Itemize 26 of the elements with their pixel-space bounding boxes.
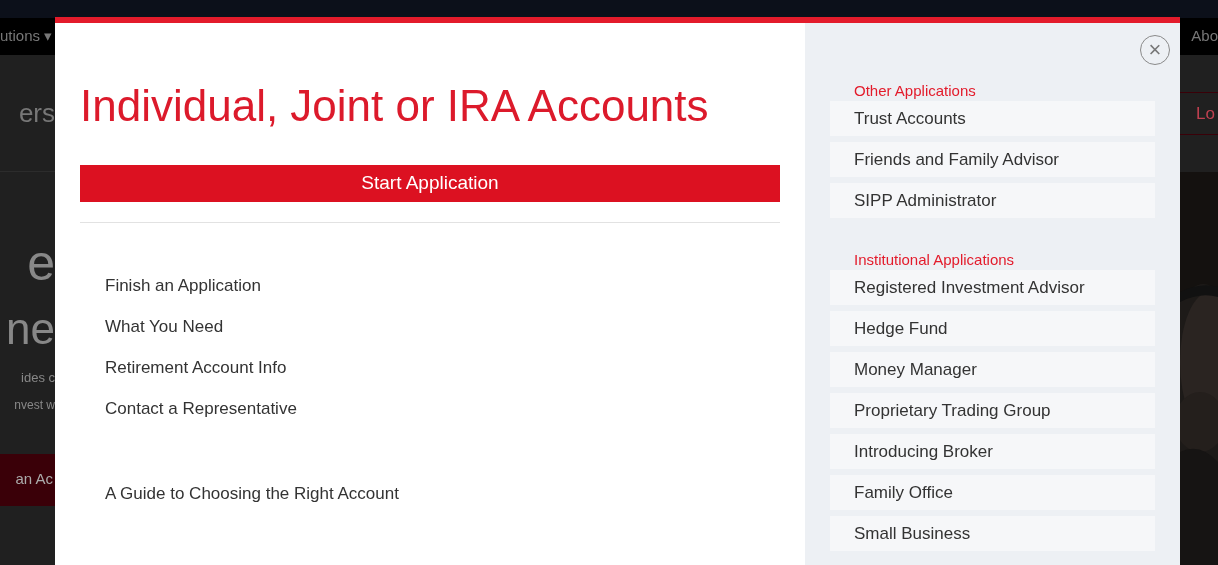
application-item[interactable]: Introducing Broker	[830, 434, 1155, 469]
application-item[interactable]: Friends and Family Advisor	[830, 142, 1155, 177]
section-heading: Institutional Applications	[853, 251, 1016, 269]
hero-text: ides c	[21, 369, 55, 387]
modal-link[interactable]: What You Need	[105, 316, 224, 338]
application-item[interactable]: Hedge Fund	[830, 311, 1155, 346]
hero-heading: e	[27, 238, 55, 288]
application-item[interactable]: SIPP Administrator	[830, 183, 1155, 218]
application-item[interactable]: Family Office	[830, 475, 1155, 510]
application-item[interactable]: Small Business	[830, 516, 1155, 551]
start-application-button[interactable]: Start Application	[80, 165, 780, 202]
nav-link[interactable]: utions ▾	[0, 25, 53, 48]
modal-link[interactable]: A Guide to Choosing the Right Account	[105, 483, 399, 505]
modal-title: Individual, Joint or IRA Accounts	[80, 80, 710, 132]
hero-text: nvest w	[14, 396, 55, 414]
section-heading: Other Applications	[853, 82, 977, 100]
modal-link[interactable]: Retirement Account Info	[105, 357, 287, 379]
application-item[interactable]: Registered Investment Advisor	[830, 270, 1155, 305]
modal-link[interactable]: Finish an Application	[105, 275, 261, 297]
modal-link[interactable]: Contact a Representative	[105, 398, 297, 420]
hero-heading: ne	[6, 307, 55, 351]
heading-text: ers	[18, 96, 55, 130]
application-item[interactable]: Money Manager	[830, 352, 1155, 387]
application-item[interactable]: Trust Accounts	[830, 101, 1155, 136]
application-item[interactable]: Proprietary Trading Group	[830, 393, 1155, 428]
nav-link[interactable]: Abo	[1191, 25, 1218, 48]
